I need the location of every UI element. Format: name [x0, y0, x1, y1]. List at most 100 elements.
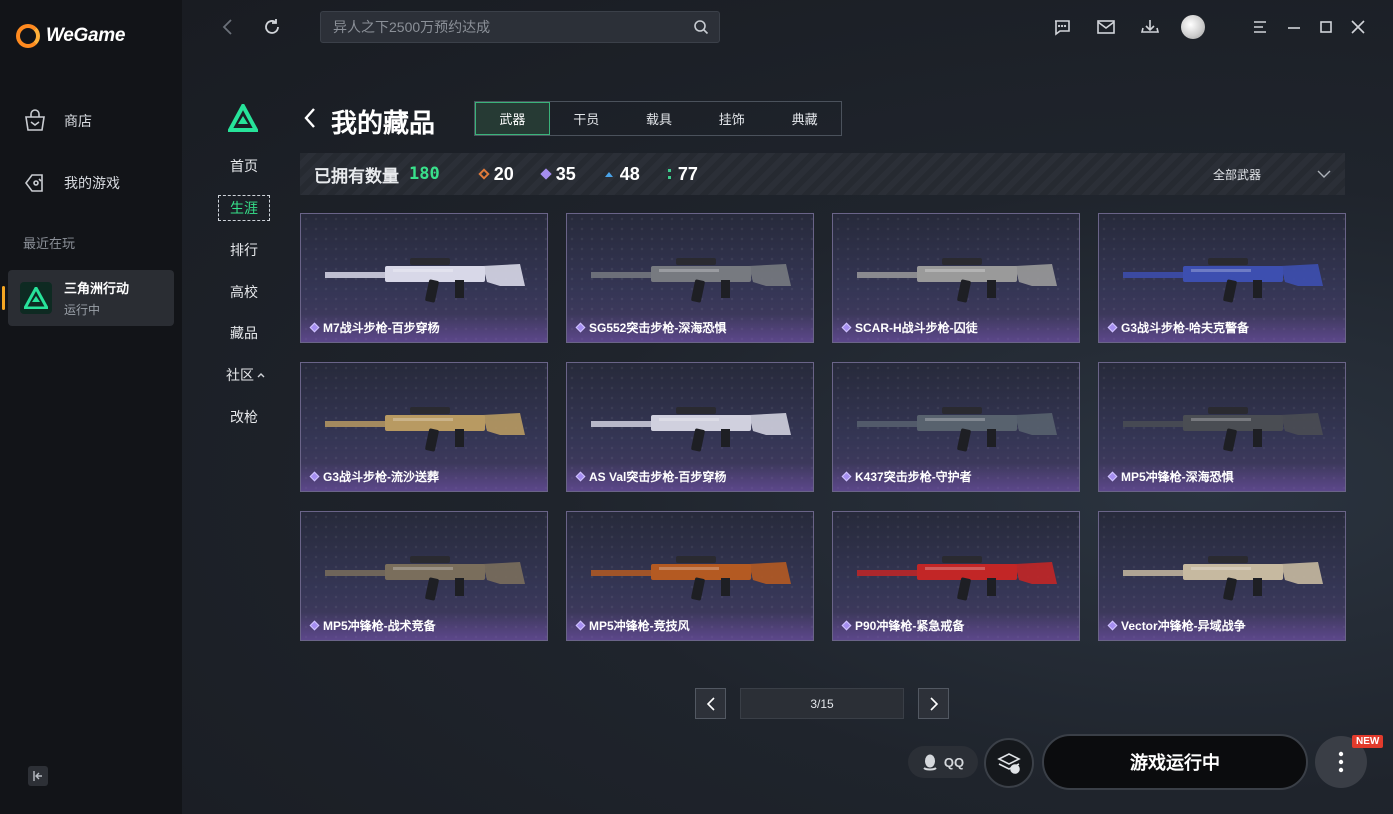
weapon-caption: K437突击步枪-守护者 [841, 468, 972, 485]
weapon-caption: SCAR-H战斗步枪-囚徒 [841, 319, 978, 336]
shop-bag-icon [25, 109, 45, 131]
weapon-caption: MP5冲锋枪-竞技风 [575, 617, 690, 634]
weapon-card[interactable]: P90冲锋枪-紧急戒备 [832, 511, 1080, 641]
prev-page-button[interactable] [695, 688, 726, 719]
weapon-card[interactable]: AS Val突击步枪-百步穿杨 [566, 362, 814, 492]
green-dots-icon [667, 169, 671, 179]
collection-tabs: 武器 干员 载具 挂饰 典藏 [474, 101, 842, 136]
main-content: 首页 生涯 排行 高校 藏品 社区 改枪 我的藏品 武器 干员 载具 挂饰 典藏… [182, 0, 1393, 814]
weapon-image [857, 556, 1057, 601]
collapse-left-icon [33, 771, 42, 781]
overlay-layer-button[interactable] [984, 738, 1034, 788]
layers-icon [997, 753, 1021, 774]
purple-diamond-icon [1107, 322, 1118, 333]
game-running-button[interactable]: 游戏运行中 [1042, 734, 1308, 790]
rarity-count-orange: 20 [478, 164, 514, 185]
rarity-count-blue: 48 [604, 164, 640, 185]
tab-charms[interactable]: 挂饰 [695, 102, 768, 135]
avatar[interactable] [1181, 15, 1205, 39]
recent-game-name: 三角洲行动 [64, 281, 130, 296]
pagination: 3/15 [695, 688, 949, 719]
weapon-image [591, 407, 791, 452]
minimize-icon[interactable] [1284, 17, 1304, 37]
weapon-card[interactable]: G3战斗步枪-流沙送葬 [300, 362, 548, 492]
weapon-card[interactable]: K437突击步枪-守护者 [832, 362, 1080, 492]
game-nav-home[interactable]: 首页 [218, 153, 270, 179]
weapon-name: G3战斗步枪-哈夫克警备 [1121, 321, 1250, 335]
purple-diamond-icon [309, 322, 320, 333]
top-bar [182, 0, 1393, 54]
weapon-card[interactable]: SG552突击步枪-深海恐惧 [566, 213, 814, 343]
wegame-logo[interactable]: WeGame [16, 24, 125, 48]
sidebar-item-shop[interactable]: 商店 [22, 108, 92, 134]
weapon-caption: G3战斗步枪-流沙送葬 [309, 468, 440, 485]
sidebar-item-label: 我的游戏 [64, 175, 120, 191]
filter-label: 全部武器 [1212, 167, 1261, 182]
weapon-name: M7战斗步枪-百步穿杨 [323, 321, 440, 335]
tab-vehicles[interactable]: 载具 [623, 102, 696, 135]
chevron-down-icon [1317, 170, 1331, 178]
recent-played-label: 最近在玩 [23, 236, 76, 251]
weapon-caption: M7战斗步枪-百步穿杨 [309, 319, 440, 336]
game-nav-community[interactable]: 社区 [226, 362, 274, 388]
qq-button[interactable]: QQ [908, 746, 978, 778]
purple-diamond-icon [309, 620, 320, 631]
weapon-name: K437突击步枪-守护者 [855, 470, 972, 484]
weapon-image [857, 258, 1057, 303]
weapon-card[interactable]: MP5冲锋枪-深海恐惧 [1098, 362, 1346, 492]
search-box [320, 11, 720, 43]
weapon-card[interactable]: SCAR-H战斗步枪-囚徒 [832, 213, 1080, 343]
purple-diamond-icon [540, 168, 552, 180]
next-page-button[interactable] [918, 688, 949, 719]
weapon-caption: MP5冲锋枪-战术竞备 [309, 617, 436, 634]
back-chevron-icon[interactable] [302, 106, 318, 130]
game-nav-career[interactable]: 生涯 [218, 195, 270, 221]
tab-weapons[interactable]: 武器 [475, 102, 550, 135]
menu-icon[interactable] [1250, 17, 1270, 37]
weapon-image [591, 556, 791, 601]
game-nav-university[interactable]: 高校 [218, 279, 270, 305]
weapon-filter-dropdown[interactable]: 全部武器 [1213, 153, 1331, 195]
game-nav-collection[interactable]: 藏品 [218, 320, 270, 346]
weapon-image [1123, 556, 1323, 601]
game-nav-ranking[interactable]: 排行 [218, 237, 270, 263]
download-icon[interactable] [1140, 17, 1160, 37]
collapse-sidebar-button[interactable] [28, 766, 48, 786]
app-name: WeGame [46, 25, 126, 46]
delta-force-logo-icon[interactable] [226, 101, 260, 137]
search-icon[interactable] [693, 19, 709, 35]
tab-collector[interactable]: 典藏 [768, 102, 841, 135]
sidebar-item-label: 商店 [64, 113, 92, 129]
qq-penguin-icon [923, 754, 937, 771]
sidebar-item-my-games[interactable]: 我的游戏 [22, 170, 120, 196]
weapon-caption: AS Val突击步枪-百步穿杨 [575, 468, 726, 485]
refresh-icon[interactable] [262, 17, 282, 37]
chat-icon[interactable] [1052, 17, 1072, 37]
purple-diamond-icon [841, 322, 852, 333]
rarity-count-value: 77 [677, 163, 698, 184]
rarity-count-value: 35 [555, 163, 576, 184]
purple-diamond-icon [309, 471, 320, 482]
weapon-card[interactable]: M7战斗步枪-百步穿杨 [300, 213, 548, 343]
weapon-card[interactable]: MP5冲锋枪-战术竞备 [300, 511, 548, 641]
search-input[interactable] [321, 12, 719, 42]
weapon-card[interactable]: MP5冲锋枪-竞技风 [566, 511, 814, 641]
weapon-card[interactable]: G3战斗步枪-哈夫克警备 [1098, 213, 1346, 343]
weapon-image [325, 556, 525, 601]
back-arrow-icon[interactable] [218, 17, 238, 37]
mail-icon[interactable] [1096, 17, 1116, 37]
weapon-name: G3战斗步枪-流沙送葬 [323, 470, 440, 484]
weapon-name: P90冲锋枪-紧急戒备 [855, 619, 965, 633]
gamepad-icon [25, 174, 43, 192]
weapon-caption: Vector冲锋枪-异域战争 [1107, 617, 1246, 634]
weapon-image [1123, 258, 1323, 303]
purple-diamond-icon [575, 471, 586, 482]
maximize-icon[interactable] [1316, 17, 1336, 37]
weapon-card[interactable]: Vector冲锋枪-异域战争 [1098, 511, 1346, 641]
tab-operators[interactable]: 干员 [550, 102, 623, 135]
game-nav-weapon-mod[interactable]: 改枪 [218, 404, 270, 430]
recent-game-item[interactable]: 三角洲行动 运行中 [2, 270, 174, 326]
close-icon[interactable] [1348, 17, 1368, 37]
purple-diamond-icon [575, 322, 586, 333]
weapon-image [325, 407, 525, 452]
